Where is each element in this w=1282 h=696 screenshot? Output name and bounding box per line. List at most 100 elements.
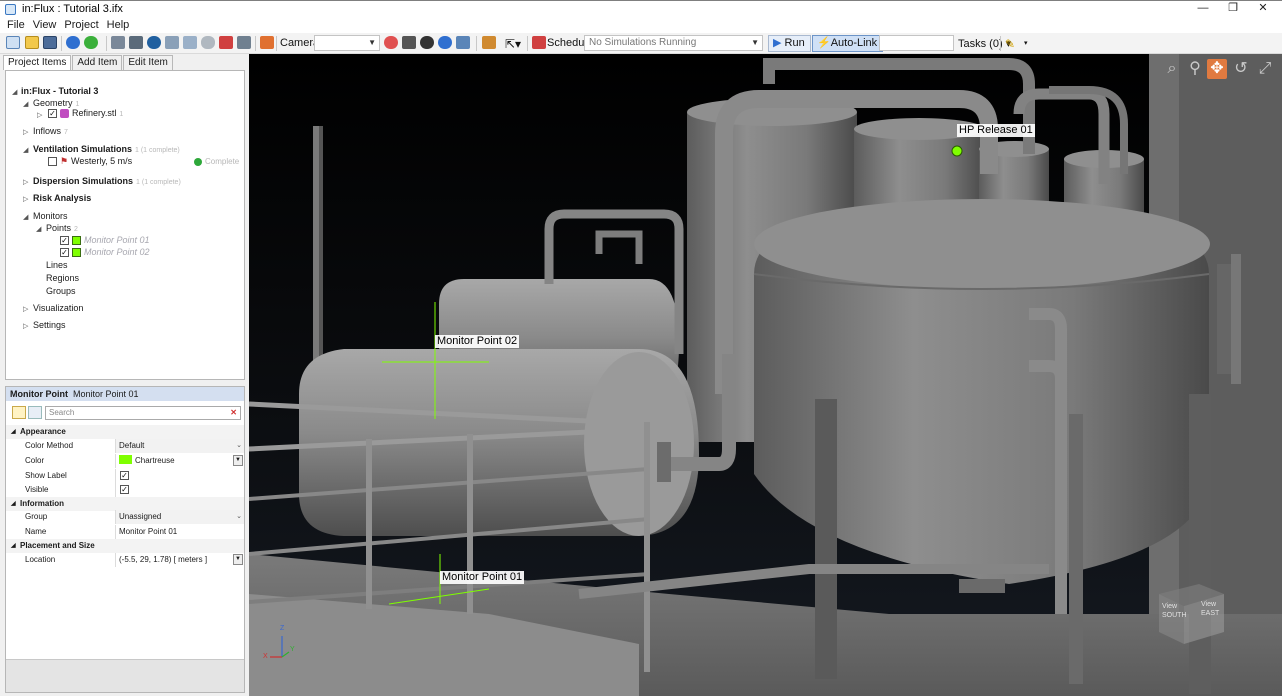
delete-camera-icon[interactable]: [384, 36, 398, 49]
zoom-icon[interactable]: ⚲: [1185, 59, 1205, 79]
expand-arrow-icon[interactable]: ▷: [23, 322, 28, 330]
inflow-icon[interactable]: [129, 36, 143, 49]
overflow-chevron-icon[interactable]: ▾: [1024, 39, 1028, 47]
left-panel: Project Items Add Item Edit Item ◢ in:Fl…: [0, 54, 249, 696]
menu-bar: File View Project Help: [0, 17, 1282, 33]
collapse-arrow-icon[interactable]: ◢: [36, 225, 41, 233]
grid-icon[interactable]: [456, 36, 470, 49]
prop-group[interactable]: Group Unassigned ⌄: [6, 510, 244, 524]
category-information[interactable]: ◢ Information: [6, 497, 244, 511]
schedule-select[interactable]: No Simulations Running ▼: [584, 35, 763, 51]
refinery-scene: [249, 54, 1282, 696]
collapse-arrow-icon[interactable]: ◢: [23, 146, 28, 154]
tab-edit-item[interactable]: Edit Item: [123, 55, 173, 70]
tree-item-visualization[interactable]: Visualization: [33, 302, 83, 315]
category-appearance[interactable]: ◢ Appearance: [6, 425, 244, 439]
tree-item-dispersion[interactable]: Dispersion Simulations 1 (1 complete): [33, 175, 181, 188]
camera-icon[interactable]: [402, 36, 416, 49]
3d-viewport[interactable]: HP Release 01 Monitor Point 02 Monitor P…: [249, 54, 1282, 696]
fit-view-icon[interactable]: ⤢: [1255, 59, 1275, 79]
add-circle-icon[interactable]: [84, 36, 98, 49]
tree-item-lines[interactable]: Lines: [46, 259, 68, 272]
expand-arrow-icon[interactable]: ▷: [37, 111, 42, 119]
tree-item-westerly[interactable]: Westerly, 5 m/s: [71, 155, 132, 168]
menu-file[interactable]: File: [7, 19, 25, 31]
crosshair-icon[interactable]: [147, 36, 161, 49]
tree-item-groups[interactable]: Groups: [46, 285, 76, 298]
clear-search-icon[interactable]: ✕: [230, 407, 237, 419]
collapse-arrow-icon[interactable]: ◢: [23, 100, 28, 108]
palette-icon[interactable]: [260, 36, 274, 49]
layers-icon[interactable]: [237, 36, 251, 49]
tasks-button[interactable]: Tasks (0) ▾: [958, 37, 1011, 50]
tree-item-risk-analysis[interactable]: Risk Analysis: [33, 192, 91, 205]
geometry-icon[interactable]: [111, 36, 125, 49]
menu-project[interactable]: Project: [64, 19, 98, 31]
highlighter-icon[interactable]: ✎: [1005, 37, 1015, 51]
expand-arrow-icon[interactable]: ▷: [23, 128, 28, 136]
checkbox-westerly[interactable]: [48, 157, 57, 166]
target-icon[interactable]: [438, 36, 452, 49]
label-monitor-point-02[interactable]: Monitor Point 02: [435, 335, 520, 348]
tree-item-settings[interactable]: Settings: [33, 319, 66, 332]
collapse-arrow-icon[interactable]: ◢: [12, 88, 17, 96]
close-button[interactable]: ✕: [1248, 1, 1278, 17]
tree-item-refinery[interactable]: Refinery.stl 1: [72, 107, 123, 120]
expand-arrow-icon[interactable]: ▷: [23, 195, 28, 203]
tree-item-points[interactable]: Points 2: [46, 222, 78, 235]
property-search-input[interactable]: Search ✕: [45, 406, 241, 420]
prop-show-label[interactable]: Show Label ✓: [6, 469, 244, 483]
open-folder-icon[interactable]: [25, 36, 39, 49]
camera-select[interactable]: ▼: [314, 35, 380, 51]
collapse-arrow-icon[interactable]: ◢: [23, 213, 28, 221]
region-icon[interactable]: [183, 36, 197, 49]
tree-item-inflows[interactable]: Inflows 7: [33, 125, 68, 138]
restore-button[interactable]: ❐: [1218, 1, 1248, 17]
show-label-checkbox[interactable]: ✓: [120, 471, 129, 480]
tab-add-item[interactable]: Add Item: [72, 55, 123, 70]
alphabetical-view-icon[interactable]: [28, 406, 42, 419]
checkbox-refinery[interactable]: ✓: [48, 109, 57, 118]
line-icon[interactable]: [165, 36, 179, 49]
pan-icon[interactable]: ✥: [1207, 59, 1227, 79]
categorized-view-icon[interactable]: [12, 406, 26, 419]
view-cube-south[interactable]: View SOUTH: [1162, 602, 1187, 620]
wind-icon: ⚑: [60, 156, 69, 166]
save-icon[interactable]: [43, 36, 57, 49]
label-hp-release-01[interactable]: HP Release 01: [957, 124, 1035, 137]
prop-visible[interactable]: Visible ✓: [6, 483, 244, 497]
pointer-icon[interactable]: ⇱▾: [505, 37, 521, 51]
tree-item-regions[interactable]: Regions: [46, 272, 79, 285]
prop-color-method[interactable]: Color Method Default ⌄: [6, 439, 244, 453]
label-monitor-point-01[interactable]: Monitor Point 01: [440, 571, 525, 584]
toolbar: Camera: ▼ ⇱▾ Schedule: No Simulations Ru…: [0, 33, 1282, 54]
view-cube-east[interactable]: View EAST: [1201, 600, 1223, 618]
zoom-region-icon[interactable]: ⌕: [1162, 59, 1182, 79]
checkbox-mp2[interactable]: ✓: [60, 248, 69, 257]
hp-release-marker: [951, 145, 963, 157]
run-button[interactable]: ▶ Run: [768, 35, 811, 52]
menu-help[interactable]: Help: [107, 19, 130, 31]
view-center-icon[interactable]: [420, 36, 434, 49]
menu-view[interactable]: View: [33, 19, 57, 31]
checkbox-mp1[interactable]: ✓: [60, 236, 69, 245]
tab-project-items[interactable]: Project Items: [3, 55, 72, 70]
minimize-button[interactable]: —: [1188, 1, 1218, 17]
tree-item-monitor-point-02[interactable]: Monitor Point 02: [84, 246, 150, 259]
tree-icon[interactable]: [482, 36, 496, 49]
color-swatch-mp2: [72, 248, 81, 257]
autolink-button[interactable]: ⚡Auto-Link: [812, 35, 884, 52]
new-project-icon[interactable]: [6, 36, 20, 49]
prop-name[interactable]: Name Monitor Point 01: [6, 525, 244, 539]
task-progress: [879, 35, 954, 51]
cloud-icon[interactable]: [201, 36, 215, 49]
rotate-icon[interactable]: ↺: [1231, 59, 1251, 79]
visible-checkbox[interactable]: ✓: [120, 485, 129, 494]
chart-icon[interactable]: [219, 36, 233, 49]
info-icon[interactable]: [66, 36, 80, 49]
prop-color[interactable]: Color Chartreuse ▼: [6, 454, 244, 468]
expand-arrow-icon[interactable]: ▷: [23, 178, 28, 186]
expand-arrow-icon[interactable]: ▷: [23, 305, 28, 313]
prop-location[interactable]: Location (-5.5, 29, 1.78) [ meters ] ▼: [6, 553, 244, 567]
category-placement[interactable]: ◢ Placement and Size: [6, 539, 244, 553]
